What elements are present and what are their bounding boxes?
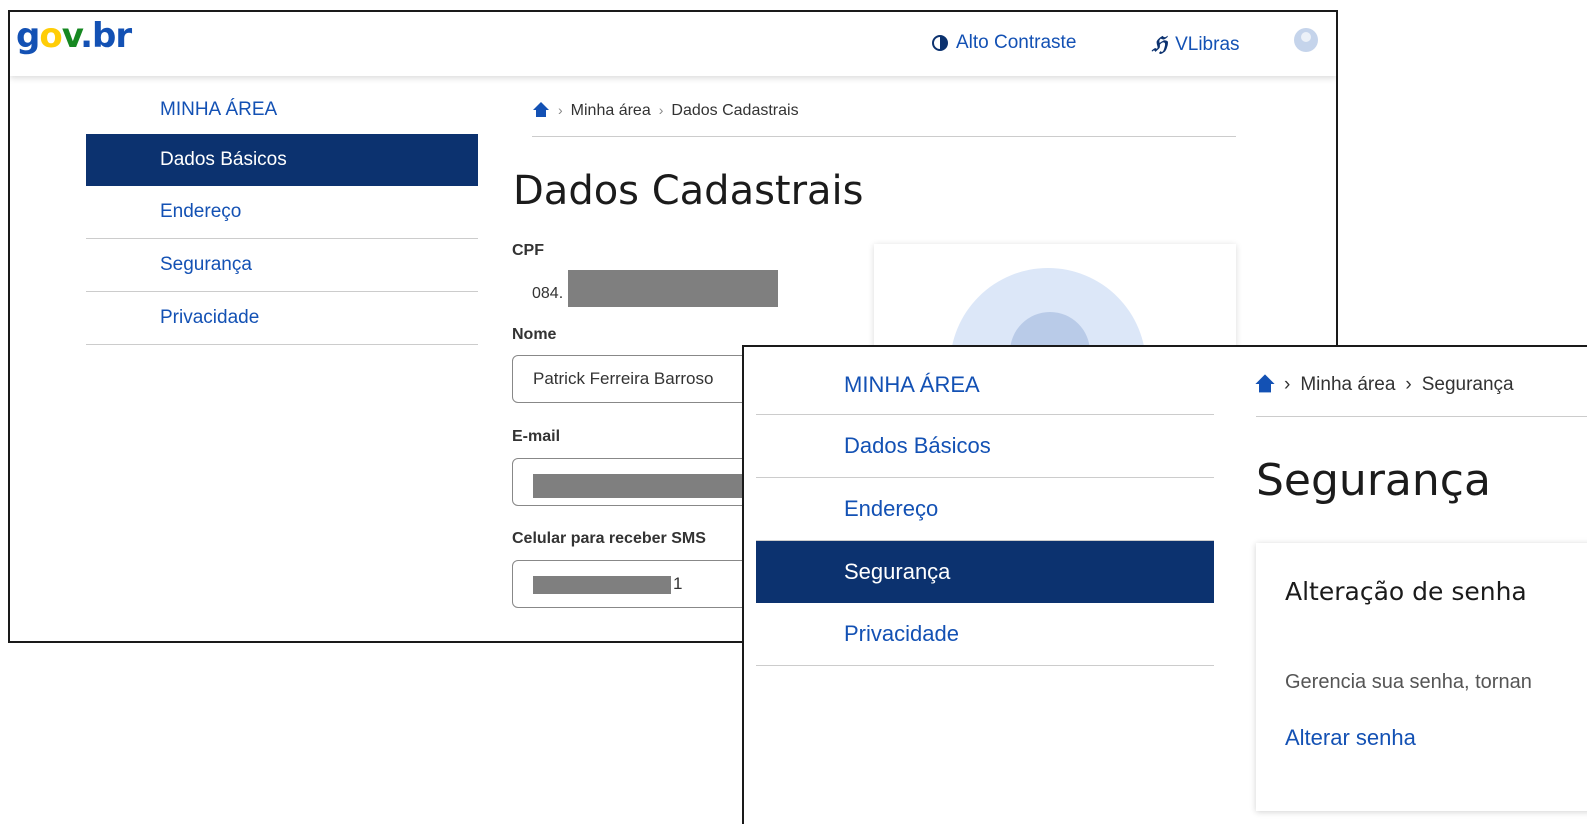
sidebar-item-seguranca[interactable]: Segurança	[86, 239, 478, 292]
chevron-right-icon: ›	[1405, 374, 1412, 395]
sidebar: MINHA ÁREA Dados Básicos Endereço Segura…	[756, 347, 1214, 666]
chevron-right-icon: ›	[658, 102, 664, 118]
home-icon[interactable]	[1254, 374, 1276, 393]
vlibras-label: VLibras	[1175, 33, 1240, 55]
sidebar-title: MINHA ÁREA	[160, 99, 278, 120]
sidebar-item-privacidade[interactable]: Privacidade	[756, 603, 1214, 666]
celular-value-suffix: 1	[673, 574, 683, 593]
sidebar-item-dados-basicos[interactable]: Dados Básicos	[86, 134, 478, 186]
sidebar-item-endereco[interactable]: Endereço	[86, 186, 478, 239]
celular-redaction	[533, 576, 671, 594]
sidebar: MINHA ÁREA Dados Básicos Endereço Segura…	[86, 98, 478, 345]
celular-label: Celular para receber SMS	[512, 530, 706, 547]
header: gov.br Alto Contraste ℌ VLibras	[10, 12, 1336, 76]
vlibras-button[interactable]: ℌ VLibras	[1152, 32, 1240, 57]
breadcrumb-current: Segurança	[1421, 374, 1514, 395]
card-description: Gerencia sua senha, tornan	[1285, 671, 1532, 693]
email-label: E-mail	[512, 428, 561, 445]
breadcrumb: › Minha área › Segurança	[1254, 374, 1587, 417]
chevron-right-icon: ›	[558, 102, 563, 118]
page-title: Segurança	[1256, 455, 1491, 506]
screenshot-seguranca: MINHA ÁREA Dados Básicos Endereço Segura…	[742, 345, 1587, 824]
breadcrumb-current: Dados Cadastrais	[671, 102, 799, 119]
cpf-redaction	[568, 270, 778, 307]
cpf-value: 084.	[532, 285, 564, 302]
email-redaction	[533, 474, 763, 498]
breadcrumb: › Minha área › Dados Cadastrais	[532, 102, 1236, 137]
sidebar-item-endereco[interactable]: Endereço	[756, 478, 1214, 541]
breadcrumb-minha-area[interactable]: Minha área	[1300, 374, 1395, 396]
page-title: Dados Cadastrais	[513, 168, 864, 214]
nome-label: Nome	[512, 326, 557, 343]
user-avatar-icon[interactable]	[1294, 28, 1318, 52]
high-contrast-label: Alto Contraste	[956, 32, 1077, 53]
sidebar-title: MINHA ÁREA	[756, 347, 1214, 415]
breadcrumb-minha-area[interactable]: Minha área	[571, 102, 651, 120]
sign-language-icon: ℌ	[1152, 34, 1168, 56]
password-change-card: Alteração de senha Gerencia sua senha, t…	[1256, 543, 1587, 811]
contrast-icon	[932, 35, 948, 51]
sidebar-item-dados-basicos[interactable]: Dados Básicos	[756, 415, 1214, 478]
home-icon[interactable]	[532, 102, 550, 118]
sidebar-item-seguranca[interactable]: Segurança	[756, 541, 1214, 603]
card-title: Alteração de senha	[1285, 577, 1527, 606]
cpf-label: CPF	[512, 242, 544, 259]
nome-value: Patrick Ferreira Barroso	[533, 369, 714, 388]
change-password-link[interactable]: Alterar senha	[1285, 725, 1416, 751]
high-contrast-toggle[interactable]: Alto Contraste	[932, 32, 1076, 54]
chevron-right-icon: ›	[1284, 374, 1291, 395]
govbr-logo[interactable]: gov.br	[16, 16, 132, 56]
sidebar-item-privacidade[interactable]: Privacidade	[86, 292, 478, 345]
